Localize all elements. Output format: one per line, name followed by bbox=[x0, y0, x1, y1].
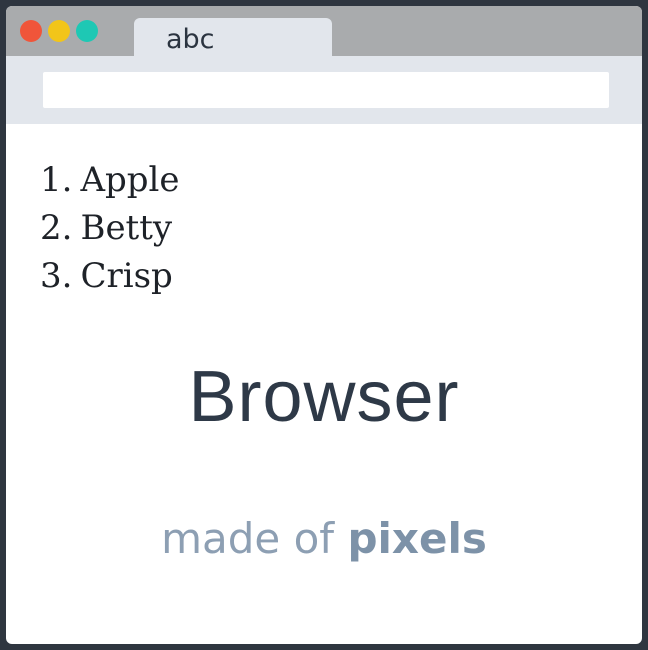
list-item-text: Crisp bbox=[80, 256, 173, 296]
list-item-number: 1. bbox=[40, 160, 73, 200]
subline: made of pixels bbox=[6, 514, 642, 563]
fruit-list: 1. Apple 2. Betty 3. Crisp bbox=[40, 156, 180, 300]
subline-emphasis: pixels bbox=[347, 514, 487, 563]
list-item-number: 3. bbox=[40, 256, 73, 296]
browser-window: abc 1. Apple 2. Betty 3. Crisp Browser made… bbox=[6, 6, 642, 644]
list-item: 1. Apple bbox=[40, 156, 180, 204]
close-window-button[interactable] bbox=[20, 20, 42, 42]
list-item-text: Betty bbox=[80, 208, 173, 248]
maximize-window-button[interactable] bbox=[76, 20, 98, 42]
tab-label: abc bbox=[166, 24, 215, 55]
subline-prefix: made of bbox=[161, 514, 335, 563]
headline: Browser bbox=[188, 357, 460, 437]
page-content: 1. Apple 2. Betty 3. Crisp Browser made of … bbox=[6, 124, 642, 644]
title-bar: abc bbox=[6, 6, 642, 62]
list-item-number: 2. bbox=[40, 208, 73, 248]
browser-toolbar bbox=[6, 56, 642, 124]
minimize-window-button[interactable] bbox=[48, 20, 70, 42]
address-bar[interactable] bbox=[43, 72, 609, 108]
list-item-text: Apple bbox=[80, 160, 180, 200]
list-item: 3. Crisp bbox=[40, 252, 180, 300]
list-item: 2. Betty bbox=[40, 204, 180, 252]
